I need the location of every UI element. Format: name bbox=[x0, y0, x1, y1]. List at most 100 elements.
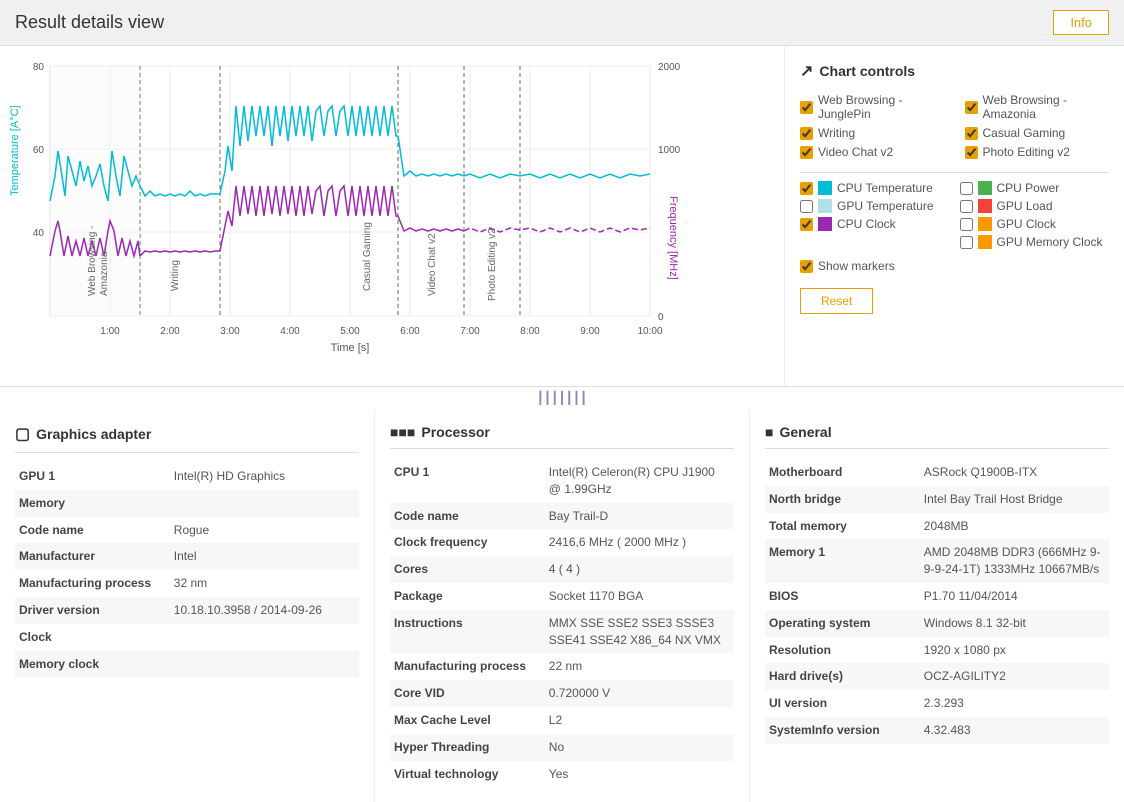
label-codename: Code name bbox=[390, 503, 545, 530]
svg-text:Writing: Writing bbox=[170, 260, 181, 291]
label-mfg-process: Manufacturing process bbox=[15, 570, 170, 597]
workloads-left: Web Browsing - JunglePin Writing Video C… bbox=[800, 93, 945, 164]
value-uiversion: 2.3.293 bbox=[920, 690, 1109, 717]
processor-panel: ■■■ Processor CPU 1 Intel(R) Celeron(R) … bbox=[375, 409, 750, 802]
reset-button[interactable]: Reset bbox=[800, 288, 873, 314]
table-row: Virtual technology Yes bbox=[390, 761, 734, 788]
value-motherboard: ASRock Q1900B-ITX bbox=[920, 459, 1109, 486]
table-row: Memory 1 AMD 2048MB DDR3 (666MHz 9-9-9-2… bbox=[765, 539, 1109, 583]
svg-text:3:00: 3:00 bbox=[220, 326, 240, 337]
show-markers-checkbox[interactable]: Show markers bbox=[800, 259, 1109, 273]
svg-text:1000: 1000 bbox=[658, 145, 681, 156]
chart-area: 80 60 40 2000 1000 0 1:00 2:00 3:00 4:00… bbox=[0, 46, 784, 386]
value-corevid: 0.720000 V bbox=[545, 680, 734, 707]
info-button[interactable]: Info bbox=[1053, 10, 1109, 35]
checkbox-amazonia[interactable]: Web Browsing - Amazonia bbox=[965, 93, 1110, 121]
value-package: Socket 1170 BGA bbox=[545, 583, 734, 610]
processor-table: CPU 1 Intel(R) Celeron(R) CPU J1900 @ 1.… bbox=[390, 459, 734, 787]
chart-svg: 80 60 40 2000 1000 0 1:00 2:00 3:00 4:00… bbox=[10, 56, 690, 356]
table-row: Resolution 1920 x 1080 px bbox=[765, 637, 1109, 664]
label-clockfreq: Clock frequency bbox=[390, 529, 545, 556]
value-memclock bbox=[170, 651, 359, 678]
value-maxcache: L2 bbox=[545, 707, 734, 734]
color-cyan-box bbox=[818, 199, 832, 213]
label-memclock: Memory clock bbox=[15, 651, 170, 678]
table-row: Driver version 10.18.10.3958 / 2014-09-2… bbox=[15, 597, 359, 624]
value-sysinfoversion: 4.32.483 bbox=[920, 717, 1109, 744]
label-cores: Cores bbox=[390, 556, 545, 583]
checkbox-videochat[interactable]: Video Chat v2 bbox=[800, 145, 945, 159]
table-row: Manufacturing process 32 nm bbox=[15, 570, 359, 597]
header: Result details view Info bbox=[0, 0, 1124, 46]
color-purple-box bbox=[818, 217, 832, 231]
table-row: Instructions MMX SSE SSE2 SSE3 SSSE3 SSE… bbox=[390, 610, 734, 654]
svg-text:Amazonia: Amazonia bbox=[99, 251, 110, 296]
value-mfg-process: 32 nm bbox=[170, 570, 359, 597]
table-row: Hyper Threading No bbox=[390, 734, 734, 761]
table-row: GPU 1 Intel(R) HD Graphics bbox=[15, 463, 359, 490]
checkbox-writing[interactable]: Writing bbox=[800, 126, 945, 140]
sensor-gpu-clock[interactable]: GPU Clock bbox=[960, 217, 1110, 231]
table-row: SystemInfo version 4.32.483 bbox=[765, 717, 1109, 744]
label-os: Operating system bbox=[765, 610, 920, 637]
checkbox-casual[interactable]: Casual Gaming bbox=[965, 126, 1110, 140]
label-sysinfoversion: SystemInfo version bbox=[765, 717, 920, 744]
table-row: Code name Rogue bbox=[15, 517, 359, 544]
value-memory bbox=[170, 490, 359, 517]
color-red-box bbox=[978, 199, 992, 213]
table-row: BIOS P1.70 11/04/2014 bbox=[765, 583, 1109, 610]
sensor-cpu-clock[interactable]: CPU Clock bbox=[800, 217, 950, 231]
table-row: Max Cache Level L2 bbox=[390, 707, 734, 734]
value-cores: 4 ( 4 ) bbox=[545, 556, 734, 583]
label-northbridge: North bridge bbox=[765, 486, 920, 513]
label-cpu1: CPU 1 bbox=[390, 459, 545, 503]
svg-text:8:00: 8:00 bbox=[520, 326, 540, 337]
sensor-gpu-load[interactable]: GPU Load bbox=[960, 199, 1110, 213]
svg-text:4:00: 4:00 bbox=[280, 326, 300, 337]
chart-controls-title: Chart controls bbox=[800, 61, 1109, 81]
table-row: Code name Bay Trail-D bbox=[390, 503, 734, 530]
sensor-cpu-power[interactable]: CPU Power bbox=[960, 181, 1110, 195]
svg-text:7:00: 7:00 bbox=[460, 326, 480, 337]
sensor-gpu-temp[interactable]: GPU Temperature bbox=[800, 199, 950, 213]
table-row: Manufacturer Intel bbox=[15, 543, 359, 570]
value-os: Windows 8.1 32-bit bbox=[920, 610, 1109, 637]
checkbox-jungle[interactable]: Web Browsing - JunglePin bbox=[800, 93, 945, 121]
svg-text:2000: 2000 bbox=[658, 62, 681, 73]
color-orange2-box bbox=[978, 235, 992, 249]
sensor-cpu-temp[interactable]: CPU Temperature bbox=[800, 181, 950, 195]
table-row: Core VID 0.720000 V bbox=[390, 680, 734, 707]
svg-text:5:00: 5:00 bbox=[340, 326, 360, 337]
label-maxcache: Max Cache Level bbox=[390, 707, 545, 734]
label-clock: Clock bbox=[15, 624, 170, 651]
value-northbridge: Intel Bay Trail Host Bridge bbox=[920, 486, 1109, 513]
workload-checkboxes: Web Browsing - JunglePin Writing Video C… bbox=[800, 93, 1109, 164]
label-manufacturer: Manufacturer bbox=[15, 543, 170, 570]
table-row: North bridge Intel Bay Trail Host Bridge bbox=[765, 486, 1109, 513]
graphics-adapter-panel: ▢ Graphics adapter GPU 1 Intel(R) HD Gra… bbox=[0, 409, 375, 802]
label-memory1: Memory 1 bbox=[765, 539, 920, 583]
value-harddrive: OCZ-AGILITY2 bbox=[920, 663, 1109, 690]
value-manufacturer: Intel bbox=[170, 543, 359, 570]
label-bios: BIOS bbox=[765, 583, 920, 610]
table-row: UI version 2.3.293 bbox=[765, 690, 1109, 717]
svg-text:Web Browsing -: Web Browsing - bbox=[87, 226, 98, 296]
table-row: Total memory 2048MB bbox=[765, 513, 1109, 540]
general-panel: ■ General Motherboard ASRock Q1900B-ITX … bbox=[750, 409, 1124, 802]
color-teal-box bbox=[818, 181, 832, 195]
drag-handle[interactable]: ┃┃┃┃┃┃┃ bbox=[0, 387, 1124, 409]
label-resolution: Resolution bbox=[765, 637, 920, 664]
label-package: Package bbox=[390, 583, 545, 610]
svg-text:Video Chat v2: Video Chat v2 bbox=[427, 233, 438, 296]
label-harddrive: Hard drive(s) bbox=[765, 663, 920, 690]
color-green-box bbox=[978, 181, 992, 195]
table-row: Manufacturing process 22 nm bbox=[390, 653, 734, 680]
top-section: 80 60 40 2000 1000 0 1:00 2:00 3:00 4:00… bbox=[0, 46, 1124, 387]
value-gpu1: Intel(R) HD Graphics bbox=[170, 463, 359, 490]
table-row: Memory bbox=[15, 490, 359, 517]
sensor-gpu-mem-clock[interactable]: GPU Memory Clock bbox=[960, 235, 1110, 249]
checkbox-photo[interactable]: Photo Editing v2 bbox=[965, 145, 1110, 159]
label-codename: Code name bbox=[15, 517, 170, 544]
svg-text:60: 60 bbox=[33, 145, 45, 156]
graphics-adapter-table: GPU 1 Intel(R) HD Graphics Memory Code n… bbox=[15, 463, 359, 677]
